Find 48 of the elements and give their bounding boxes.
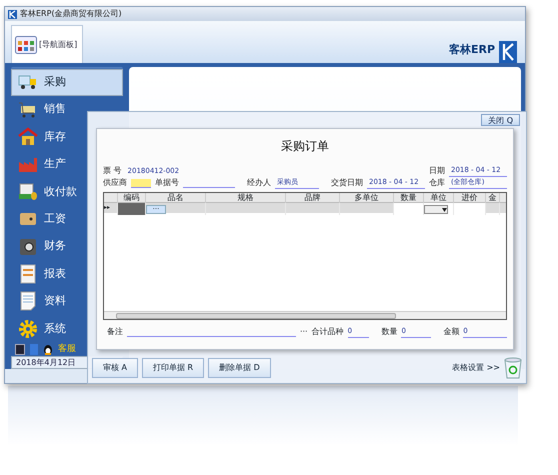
field-label: 合计品种: [312, 326, 344, 338]
logo-icon: [499, 41, 517, 63]
form-title: 采购订单: [280, 138, 330, 155]
brand-name: 客林ERP: [448, 42, 495, 58]
horizontal-scrollbar[interactable]: [104, 311, 506, 319]
action-button[interactable]: 打印单据 R: [142, 358, 204, 378]
field-label: 数量: [381, 326, 398, 338]
penguin-icon: [43, 344, 53, 355]
dropdown-caret-icon: [442, 208, 447, 212]
sidebar-item[interactable]: 库存: [11, 123, 123, 151]
gear-icon: [18, 318, 38, 339]
cart-icon: [18, 100, 38, 120]
support-link[interactable]: 客服: [58, 342, 76, 356]
dashboard-icon: [15, 36, 37, 54]
unit-dropdown[interactable]: [424, 205, 448, 214]
sidebar-item[interactable]: 财务: [11, 232, 123, 260]
window-title: 客林ERP(金鼎商贸有限公司): [20, 8, 122, 20]
nav-panel-tab[interactable]: [导航面板]: [11, 25, 83, 63]
more-button[interactable]: ···: [300, 326, 308, 338]
money-icon: [18, 182, 38, 202]
field-label: 金额: [443, 326, 460, 338]
sidebar-item[interactable]: 资料: [11, 288, 123, 316]
field-label: 交货日期: [331, 177, 363, 189]
sidebar-item[interactable]: 销售: [11, 96, 123, 124]
field-label: 备注: [107, 326, 123, 338]
recycle-bin-icon[interactable]: [504, 357, 522, 379]
house-icon: [18, 127, 38, 148]
close-button[interactable]: 关闭 Q: [481, 114, 520, 126]
field-label: 单据号: [155, 177, 179, 189]
field-label: 供应商: [103, 177, 127, 189]
sheet-icon: [18, 291, 38, 312]
grid-cell[interactable]: [424, 203, 454, 215]
sidebar-item[interactable]: 采购: [11, 68, 123, 96]
field-label: 票 号: [103, 165, 122, 177]
safe-icon: [18, 236, 38, 257]
field-label: 日期: [429, 165, 445, 177]
grid-cell[interactable]: [394, 203, 424, 215]
sidebar-item[interactable]: 报表: [11, 260, 123, 288]
grid-cell[interactable]: [454, 203, 486, 215]
action-button[interactable]: 审核 A: [92, 358, 138, 378]
action-button[interactable]: 删除单据 D: [208, 358, 271, 378]
table-settings-link[interactable]: 表格设置 >>: [452, 362, 500, 374]
calculator-icon: [15, 344, 25, 355]
field-label: 仓库: [429, 177, 445, 189]
logo-icon: [8, 10, 17, 18]
report-icon: [18, 264, 38, 284]
supplier-field[interactable]: [131, 178, 151, 188]
field-label: 经办人: [247, 177, 271, 189]
